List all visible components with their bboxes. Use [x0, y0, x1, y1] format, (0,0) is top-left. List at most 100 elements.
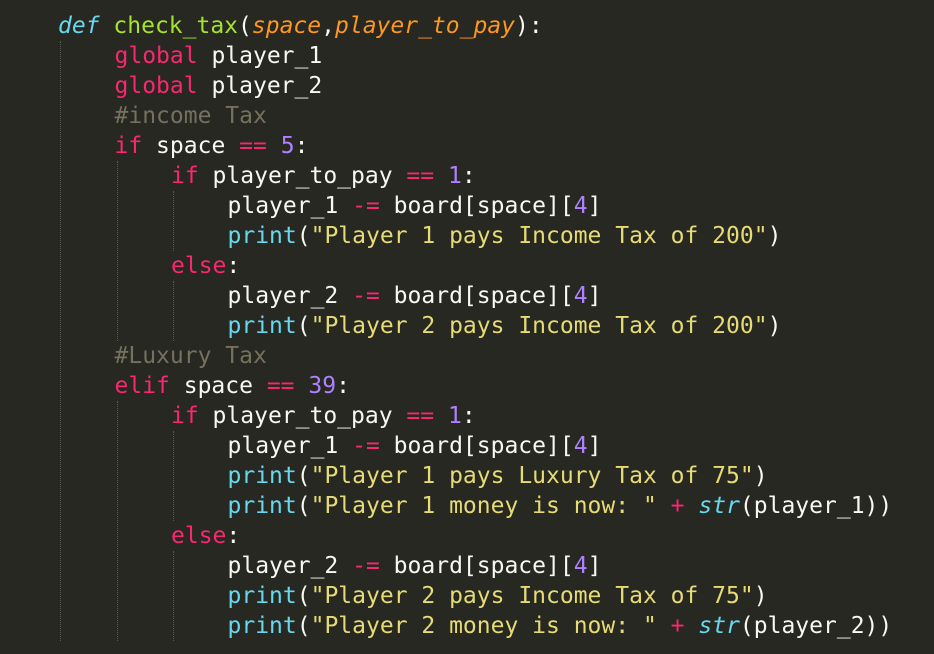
code-token: player_2 [227, 283, 353, 309]
code-token: ] [587, 433, 602, 459]
code-token: : [294, 133, 309, 159]
indent-guide [116, 161, 118, 341]
code-token: + [670, 493, 685, 519]
code-token: space [251, 13, 322, 39]
code-token: elif [114, 373, 170, 399]
code-token: check_tax [113, 13, 239, 39]
code-token: player_to_pay [335, 13, 516, 39]
code-token: -= [352, 433, 380, 459]
code-token: == [239, 133, 267, 159]
indent-guide [173, 431, 174, 521]
code-token: -= [352, 193, 380, 219]
code-token: 4 [573, 553, 588, 579]
code-token: if [114, 133, 143, 159]
code-token: global [114, 73, 198, 99]
code-token: == [266, 373, 295, 399]
code-token: 39 [308, 373, 337, 399]
code-token: ): [515, 13, 543, 39]
code-line: player_1 -= board[space][4] [228, 191, 602, 221]
code-token: print [227, 583, 297, 609]
code-token: ] [587, 553, 602, 579]
code-token: ( [238, 13, 252, 39]
code-token: ] [587, 193, 602, 219]
code-token: "Player 2 pays Income Tax of 75" [310, 583, 754, 609]
code-token: ( [296, 493, 311, 519]
code-token: print [227, 493, 297, 519]
code-token: board[space][ [379, 283, 574, 309]
code-token: : [461, 163, 476, 189]
code-line: #income Tax [115, 101, 267, 131]
code-token: 5 [280, 133, 295, 159]
code-token: player_1 [197, 43, 323, 69]
code-line: player_2 -= board[space][4] [228, 551, 602, 581]
code-line: print("Player 2 pays Income Tax of 75") [228, 581, 768, 611]
indent-guide [173, 191, 174, 251]
code-token: str [698, 613, 740, 639]
code-line: print("Player 1 money is now: " + str(pl… [228, 491, 893, 521]
code-token: space [142, 133, 240, 159]
code-line: global player_1 [115, 41, 323, 71]
code-token: player_to_pay [198, 403, 407, 429]
code-line: def check_tax(space,player_to_pay): [58, 11, 543, 41]
code-token: == [406, 163, 435, 189]
indent-guide [173, 281, 174, 341]
code-token: space [169, 373, 267, 399]
code-token: board[space][ [379, 553, 574, 579]
code-token: ( [296, 223, 311, 249]
code-token: if [171, 163, 199, 189]
code-line: else: [171, 521, 240, 551]
code-token: 4 [573, 433, 588, 459]
code-token: "Player 2 money is now: " [310, 613, 657, 639]
code-token: + [670, 613, 685, 639]
code-line: print("Player 1 pays Income Tax of 200") [228, 221, 782, 251]
code-token: board[space][ [379, 193, 574, 219]
code-token: ( [296, 313, 311, 339]
code-line: if player_to_pay == 1: [171, 161, 476, 191]
code-token: : [226, 523, 241, 549]
code-token: board[space][ [379, 433, 574, 459]
code-token: ) [767, 313, 782, 339]
code-token: print [227, 223, 297, 249]
code-token: player_1 [227, 193, 353, 219]
code-token: ( [296, 583, 311, 609]
code-token: == [406, 403, 435, 429]
code-token: print [227, 613, 297, 639]
code-token: ( [296, 463, 311, 489]
code-token: -= [352, 283, 380, 309]
code-line: #Luxury Tax [115, 341, 267, 371]
code-token: (player_2)) [739, 613, 893, 639]
code-token: ) [753, 583, 768, 609]
code-token: "Player 1 pays Luxury Tax of 75" [310, 463, 754, 489]
code-token: def [58, 13, 100, 39]
code-line: if space == 5: [115, 131, 309, 161]
indent-guide [60, 41, 61, 641]
indent-guide [173, 551, 174, 641]
code-token: if [171, 403, 199, 429]
code-token: global [114, 43, 198, 69]
code-token: player_1 [227, 433, 353, 459]
indent-guide [116, 401, 118, 641]
code-token: else [171, 523, 227, 549]
code-line: else: [171, 251, 240, 281]
code-token: 1 [447, 403, 462, 429]
code-editor[interactable]: def check_tax(space,player_to_pay): globa… [0, 0, 934, 654]
code-token: "Player 1 pays Income Tax of 200" [310, 223, 768, 249]
code-token: str [698, 493, 740, 519]
code-line: global player_2 [115, 71, 323, 101]
code-token: ) [753, 463, 768, 489]
code-token: 4 [573, 193, 588, 219]
code-token: "Player 2 pays Income Tax of 200" [310, 313, 768, 339]
code-token: "Player 1 money is now: " [310, 493, 657, 519]
code-token: else [171, 253, 227, 279]
code-token: ) [767, 223, 782, 249]
code-token: player_to_pay [198, 163, 407, 189]
